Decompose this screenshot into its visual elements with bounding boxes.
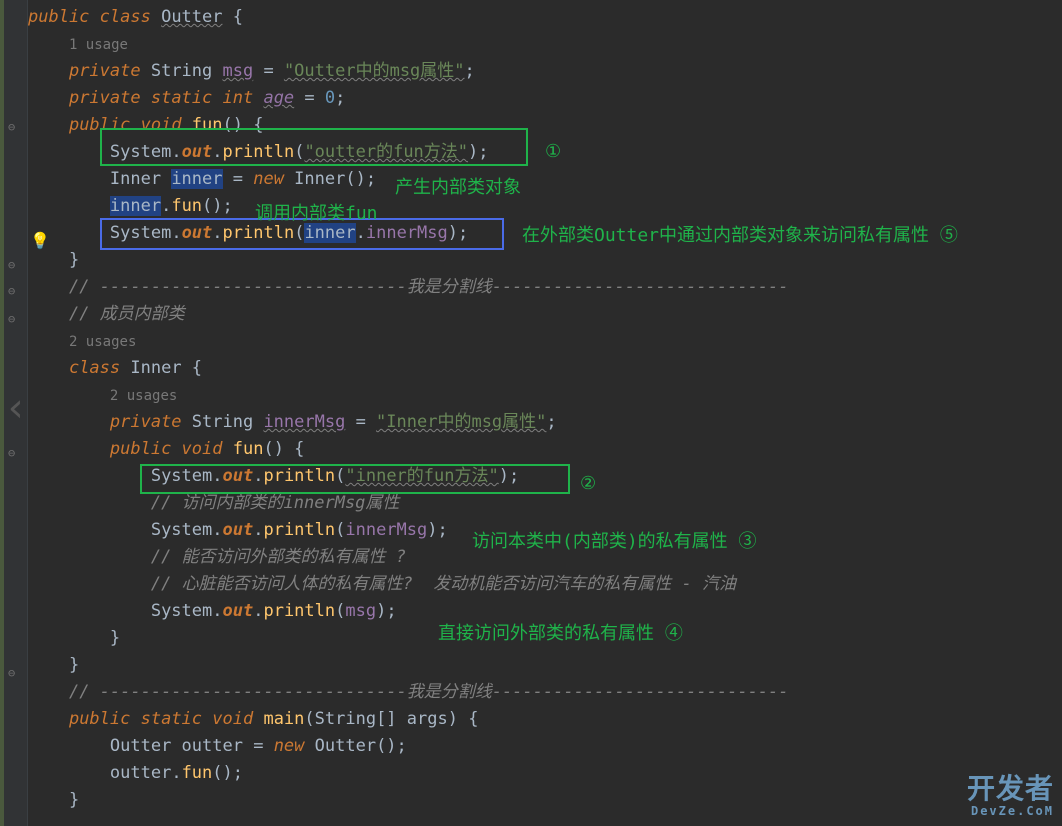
watermark-main: 开发者 [967,778,1054,800]
out: out [223,601,254,621]
semi: ; [465,61,475,81]
annotation: 产生内部类对象 [395,174,521,201]
brace: } [69,790,79,810]
type: String [192,412,264,432]
type: String[] [315,709,407,729]
kw-void: void [212,709,263,729]
sys: System [151,601,212,621]
semi: ; [335,88,345,108]
kw-private: private [69,88,151,108]
method: fun [192,115,223,135]
brace: } [69,655,79,675]
method: fun [171,196,202,216]
kw-new: new [274,736,315,756]
println: println [263,601,335,621]
comment: // 心脏能否访问人体的私有属性? 发动机能否访问汽车的私有属性 - 汽油 [151,574,736,594]
kw-void: void [182,439,233,459]
ctor: Inner [294,169,345,189]
num: 0 [325,88,335,108]
var: inner [110,196,161,216]
usage-hint[interactable]: 2 usages [69,334,136,350]
type: Inner [110,169,171,189]
kw-void: void [141,115,192,135]
method: fun [233,439,264,459]
out: out [182,223,213,243]
fold-icon[interactable]: ⊖ [8,278,20,290]
field: innerMsg [366,223,448,243]
kw-private: private [110,412,192,432]
eq: = [294,88,325,108]
out: out [223,520,254,540]
watermark: 开发者 DevZe.CoM [967,778,1054,822]
out: out [223,466,254,486]
comment: // ------------------------------我是分割线--… [69,277,789,297]
fold-icon[interactable]: ⊖ [8,660,20,672]
var: outter [110,763,171,783]
kw-public: public [69,115,141,135]
usage-hint[interactable]: 2 usages [110,388,177,404]
kw-int: int [223,88,264,108]
method: main [263,709,304,729]
class-name: Inner [130,358,191,378]
comment: // 能否访问外部类的私有属性 ? [151,547,406,567]
fold-icon[interactable]: ⊖ [8,252,20,264]
string: "outter的fun方法" [304,142,468,162]
var: inner [171,169,222,189]
param: args [407,709,448,729]
annotation: ② [580,470,596,497]
ctor: Outter [315,736,376,756]
comment: // ------------------------------我是分割线--… [69,682,789,702]
println: println [263,466,335,486]
fold-icon[interactable]: ⊖ [8,114,20,126]
fold-icon[interactable]: ⊖ [8,440,20,452]
out: out [182,142,213,162]
code-folding-chevron-icon[interactable]: ‹ [4,395,28,422]
kw-private: private [69,61,151,81]
class-name: Outter [161,7,222,27]
method: fun [182,763,213,783]
sys: System [151,520,212,540]
kw-static: static [141,709,213,729]
annotation: ① [545,138,561,165]
kw-class: class [69,358,130,378]
type: String [151,61,223,81]
code-editor[interactable]: public class Outter { 1 usage private St… [28,0,1062,826]
sys: System [151,466,212,486]
fold-icon[interactable]: ⊖ [8,306,20,318]
kw-public: public [69,709,141,729]
annotation: 直接访问外部类的私有属性 ④ [438,620,683,647]
annotation: 在外部类Outter中通过内部类对象来访问私有属性 ⑤ [522,222,958,249]
println: println [263,520,335,540]
watermark-sub: DevZe.CoM [967,800,1054,822]
string: "inner的fun方法" [345,466,498,486]
annotation: 调用内部类fun [255,200,378,227]
usage-hint[interactable]: 1 usage [69,37,128,53]
sys: System [110,142,171,162]
brace: { [192,358,202,378]
comment: // 访问内部类的innerMsg属性 [151,493,400,513]
kw-public: public [110,439,182,459]
brace: } [110,628,120,648]
brace: } [69,250,79,270]
field: age [263,88,294,108]
string: "Outter中的msg属性" [284,61,465,81]
field: msg [345,601,376,621]
brace: { [223,7,243,27]
kw-static: static [151,88,223,108]
sys: System [110,223,171,243]
annotation: 访问本类中(内部类)的私有属性 ③ [472,528,757,555]
var: outter [182,736,254,756]
field: msg [223,61,254,81]
kw-new: new [253,169,294,189]
println: println [223,142,295,162]
string: "Inner中的msg属性" [376,412,546,432]
kw-class: class [100,7,161,27]
comment: // 成员内部类 [69,304,185,324]
type: Outter [110,736,182,756]
field: innerMsg [263,412,345,432]
field: innerMsg [345,520,427,540]
paren: () { [223,115,264,135]
kw-public: public [28,7,100,27]
eq: = [253,61,284,81]
